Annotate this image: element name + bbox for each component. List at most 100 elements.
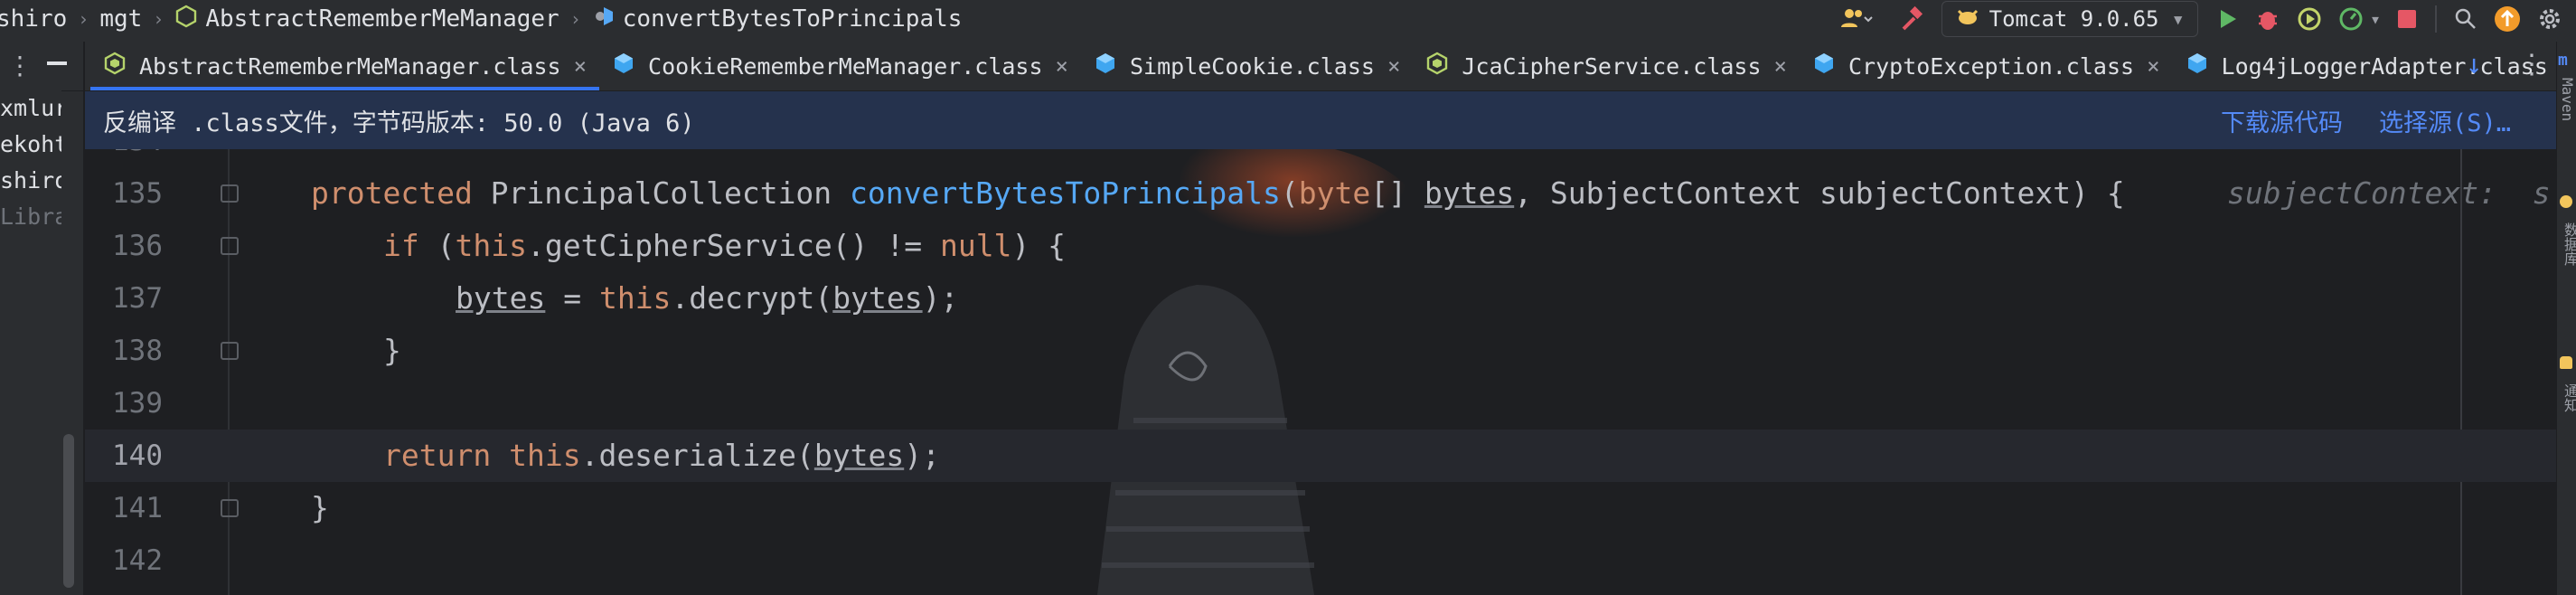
more-tabs-icon[interactable]: ⋮ [2518, 49, 2545, 80]
editor-tab[interactable]: CookieRememberMeManager.class × [599, 42, 1081, 90]
chevron-down-icon: ▾ [2171, 6, 2185, 32]
chevron-right-icon: › [569, 8, 581, 30]
maven-icon[interactable]: m [2558, 51, 2568, 70]
toolbar-divider [2435, 5, 2437, 33]
editor-tab[interactable]: JcaCipherService.class × [1413, 42, 1800, 90]
close-tab-icon[interactable]: × [1774, 53, 1787, 79]
tomcat-icon [1955, 5, 1980, 33]
project-tree-scrollbar[interactable] [63, 434, 74, 588]
line-number: 135 [112, 177, 163, 210]
main-toolbar: Tomcat 9.0.65 ▾ ▾ [1831, 0, 2576, 38]
code-line[interactable]: 136 if (this.getCipherService() != null) … [85, 220, 2556, 272]
database-icon[interactable] [2560, 195, 2572, 208]
settings-gear-icon[interactable] [2529, 0, 2576, 38]
tab-label: JcaCipherService.class [1462, 52, 1762, 80]
chevron-right-icon: › [153, 8, 165, 30]
tab-label: Log4jLoggerAdapter.class [2221, 52, 2548, 80]
line-number: 142 [112, 544, 163, 577]
bell-icon[interactable] [2560, 356, 2572, 369]
class-icon [1425, 52, 1449, 80]
line-number: 140 [112, 439, 163, 472]
project-tree-item[interactable]: shiro [0, 163, 61, 199]
code-line[interactable]: 134 [85, 149, 2556, 167]
close-tab-icon[interactable]: × [1387, 53, 1400, 79]
line-number: 137 [112, 282, 163, 315]
more-vertical-icon[interactable]: ⋮ [7, 51, 33, 80]
line-number: 138 [112, 335, 163, 367]
tab-list-arrow-icon[interactable]: ↓ [2466, 49, 2482, 80]
line-number: 134 [85, 149, 163, 167]
tab-label: CryptoException.class [1847, 52, 2135, 80]
run-configuration-selector[interactable]: Tomcat 9.0.65 ▾ [1941, 1, 2198, 37]
navigation-bar: shiro › mgt › AbstractRememberMeManager … [0, 0, 2576, 38]
project-tree-panel: xmlur ekoht shiro Libra [0, 90, 61, 595]
update-icon[interactable] [2486, 0, 2529, 38]
breadcrumb-item-method[interactable]: convertBytesToPrincipals [623, 5, 963, 33]
banner-message: 反编译 .class文件，字节码版本: 50.0 (Java 6) [103, 109, 695, 137]
right-tool-window-strip: m Maven 数据库 通知 [2556, 42, 2576, 595]
tab-label: AbstractRememberMeManager.class [139, 52, 561, 80]
class-icon [174, 5, 198, 34]
code-editor[interactable]: 134 135 protected PrincipalCollection conv… [85, 149, 2556, 595]
fold-marker-icon[interactable] [221, 237, 239, 255]
tab-label: SimpleCookie.class [1130, 52, 1375, 80]
project-tree-item[interactable]: ekoht [0, 127, 61, 163]
project-tree-item[interactable]: Libra [0, 199, 61, 235]
editor-tab[interactable]: SimpleCookie.class × [1081, 42, 1413, 90]
class-icon [103, 52, 127, 80]
coverage-icon[interactable] [2289, 0, 2330, 38]
project-tree-item[interactable]: xmlur [0, 90, 61, 127]
run-config-label: Tomcat 9.0.65 [1988, 6, 2159, 32]
search-icon[interactable] [2446, 0, 2486, 38]
breadcrumb-item-package[interactable]: shiro [0, 5, 67, 33]
code-line[interactable]: 138} [85, 325, 2556, 377]
breadcrumb-item-package[interactable]: mgt [99, 5, 142, 33]
run-icon[interactable] [2207, 0, 2247, 38]
choose-sources-link[interactable]: 选择源(S)… [2379, 103, 2511, 138]
line-number: 136 [112, 230, 163, 262]
line-number: 139 [112, 387, 163, 420]
code-text: if (this.getCipherService() != null) { [383, 228, 1067, 263]
line-number: 141 [112, 492, 163, 524]
close-tab-icon[interactable]: × [2147, 53, 2159, 79]
class-icon [1094, 52, 1117, 80]
editor-tab[interactable]: CryptoException.class × [1800, 42, 2173, 90]
breadcrumb: shiro › mgt › AbstractRememberMeManager … [0, 5, 962, 34]
close-tab-icon[interactable]: × [574, 53, 587, 79]
code-line[interactable]: 141} [85, 482, 2556, 534]
database-tool-label[interactable]: 数据库 [2559, 222, 2576, 266]
fold-marker-icon[interactable] [221, 342, 239, 360]
editor-tab[interactable]: Log4jLoggerAdapter.class [2173, 42, 2561, 90]
code-line[interactable]: 137 bytes = this.decrypt(bytes); [85, 272, 2556, 325]
editor-tab[interactable]: AbstractRememberMeManager.class × [90, 42, 600, 90]
code-line[interactable]: 140 return this.deserialize(bytes); [85, 430, 2556, 482]
breadcrumb-item-class[interactable]: AbstractRememberMeManager [205, 5, 559, 33]
notifications-tool-label[interactable]: 通知 [2559, 383, 2576, 412]
maven-tool-label[interactable]: Maven [2559, 78, 2576, 121]
method-icon [592, 5, 616, 34]
code-text: } [311, 490, 329, 525]
class-icon [1812, 52, 1836, 80]
collapse-minus-icon[interactable] [47, 61, 67, 65]
debug-bug-icon[interactable] [2247, 0, 2289, 38]
decompiled-class-banner: 反编译 .class文件，字节码版本: 50.0 (Java 6) 下载源代码 … [85, 91, 2556, 149]
code-text: } [383, 333, 401, 368]
class-icon [612, 52, 635, 80]
profiler-icon[interactable]: ▾ [2330, 0, 2388, 38]
code-line[interactable]: 142 [85, 534, 2556, 587]
code-text: bytes = this.decrypt(bytes); [456, 280, 959, 316]
editor-tab-bar: ⋮ AbstractRememberMeManager.class × Cookie… [0, 42, 2576, 91]
download-sources-link[interactable]: 下载源代码 [2221, 103, 2343, 138]
fold-marker-icon[interactable] [221, 184, 239, 203]
code-line[interactable]: 139 [85, 377, 2556, 430]
tab-strip: AbstractRememberMeManager.class × CookieRe… [90, 42, 2561, 90]
fold-marker-icon[interactable] [221, 499, 239, 517]
close-tab-icon[interactable]: × [1056, 53, 1068, 79]
code-text: return this.deserialize(bytes); [383, 438, 940, 473]
stop-icon[interactable] [2388, 0, 2426, 38]
users-icon[interactable] [1831, 0, 1882, 38]
build-hammer-icon[interactable] [1891, 0, 1932, 38]
chevron-right-icon: › [78, 8, 89, 30]
tab-label: CookieRememberMeManager.class [648, 52, 1043, 80]
code-line[interactable]: 135 protected PrincipalCollection convert… [85, 167, 2556, 220]
